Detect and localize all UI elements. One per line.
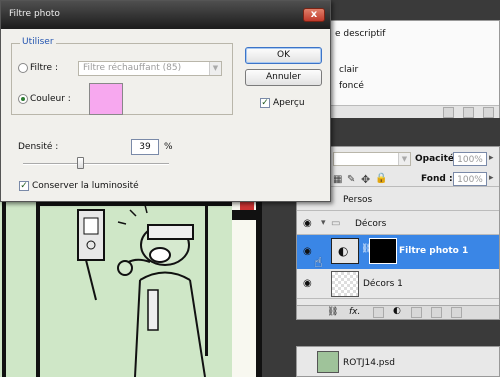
folder-icon: ▭ <box>331 218 341 229</box>
lock-transparency-icon[interactable]: ▦ <box>333 174 342 185</box>
duplicate-icon[interactable] <box>463 107 474 118</box>
layer-group-row[interactable]: ◉ ▾ ▭ Décors <box>297 213 499 235</box>
lock-all-icon[interactable]: 🔒 <box>375 173 387 184</box>
preserve-luminosity-checkbox[interactable]: ✓ <box>19 181 29 191</box>
chevron-down-icon[interactable]: ▾ <box>321 218 326 228</box>
filter-select-value: Filtre réchauffant (85) <box>83 63 182 73</box>
panel-footer <box>331 105 499 118</box>
dialog-titlebar[interactable]: Filtre photo x <box>1 1 330 29</box>
history-snapshot-label[interactable]: ROTJ14.psd <box>343 358 395 368</box>
layer-mask-thumbnail[interactable] <box>369 238 397 264</box>
density-label: Densité : <box>18 142 59 152</box>
new-icon[interactable] <box>443 107 454 118</box>
list-item[interactable]: e descriptif <box>331 27 499 41</box>
new-group-icon[interactable] <box>411 307 422 318</box>
eye-icon[interactable]: ◉ <box>303 218 312 229</box>
cancel-button[interactable]: Annuler <box>245 69 322 86</box>
filter-label: Filtre : <box>30 63 58 73</box>
list-item[interactable]: foncé <box>331 79 499 93</box>
fill-input[interactable]: 100% <box>453 172 487 186</box>
dialog-title: Filtre photo <box>9 9 60 19</box>
link-layers-icon[interactable]: ⛓ <box>327 307 338 317</box>
opacity-input[interactable]: 100% <box>453 152 487 166</box>
layer-name: Décors <box>355 219 387 229</box>
use-group-label: Utiliser <box>20 37 56 47</box>
adjustment-icon[interactable]: ◐ <box>393 306 401 316</box>
density-unit: % <box>164 142 173 152</box>
close-button[interactable]: x <box>303 8 325 22</box>
mask-icon[interactable] <box>373 307 384 318</box>
filter-radio[interactable] <box>18 63 28 73</box>
eye-icon[interactable]: ◉ <box>303 278 312 289</box>
history-panel: ROTJ14.psd <box>296 346 500 377</box>
layers-footer: ⛓ fx. ◐ <box>297 305 499 319</box>
list-item-label: e descriptif <box>335 29 386 39</box>
layer-name: Décors 1 <box>363 279 403 289</box>
color-radio[interactable] <box>18 94 28 104</box>
layer-row-selected[interactable]: ◉ ◐ ⛓ Filtre photo 1 <box>297 235 499 269</box>
new-layer-icon[interactable] <box>431 307 442 318</box>
dropdown-arrow-icon[interactable]: ▸ <box>489 153 494 163</box>
preserve-luminosity-label: Conserver la luminosité <box>32 181 139 191</box>
photo-filter-icon: ◐ <box>338 244 349 258</box>
dropdown-arrow-icon[interactable]: ▸ <box>489 173 494 183</box>
preview-checkbox[interactable]: ✓ <box>260 98 270 108</box>
density-slider-track[interactable] <box>23 163 169 165</box>
eye-icon[interactable]: ◉ <box>303 246 312 257</box>
layer-name: Persos <box>343 195 373 205</box>
color-label: Couleur : <box>30 94 71 104</box>
ok-button[interactable]: OK <box>245 47 322 64</box>
hand-cursor-icon: ☝ <box>314 255 323 271</box>
trash-icon[interactable] <box>451 307 462 318</box>
lock-move-icon[interactable]: ✥ <box>361 173 370 186</box>
styles-panel: e descriptif clair foncé <box>330 20 500 118</box>
layer-name: Filtre photo 1 <box>399 246 469 256</box>
preview-label: Aperçu <box>273 98 305 108</box>
filter-select[interactable]: Filtre réchauffant (85) ▼ <box>78 61 222 76</box>
density-slider-thumb[interactable] <box>76 157 84 169</box>
layer-row[interactable]: ◉ Décors 1 <box>297 269 499 299</box>
photo-filter-dialog: Filtre photo x Utiliser Filtre : Filtre … <box>0 0 331 202</box>
fx-icon[interactable]: fx. <box>349 307 360 317</box>
fill-label: Fond : <box>421 174 453 184</box>
blend-mode-select[interactable]: ▼ <box>333 152 411 166</box>
document-thumbnail <box>317 351 339 373</box>
lock-paint-icon[interactable]: ✎ <box>347 174 355 185</box>
trash-icon[interactable] <box>483 107 494 118</box>
adjustment-thumbnail: ◐ <box>331 238 359 264</box>
list-item-label: clair <box>339 65 359 75</box>
density-input[interactable]: 39 <box>131 139 159 155</box>
layer-thumbnail <box>331 271 359 297</box>
list-item[interactable]: clair <box>331 63 499 77</box>
color-swatch[interactable] <box>89 83 123 115</box>
list-item-label: foncé <box>339 81 364 91</box>
chevron-down-icon: ▼ <box>209 62 221 75</box>
